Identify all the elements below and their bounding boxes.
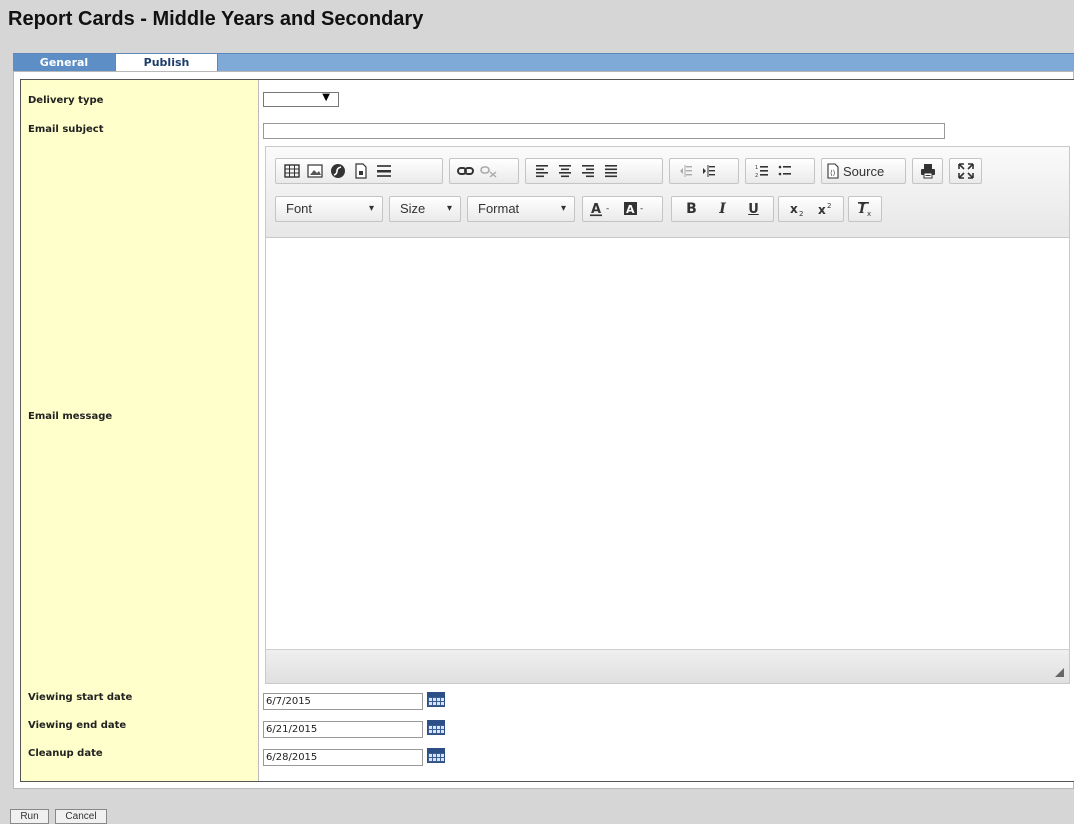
color-group: A- A- — [582, 196, 663, 222]
align-group — [525, 158, 663, 184]
source-button[interactable]: ⟨⟩ Source — [821, 158, 906, 184]
svg-text:2: 2 — [755, 173, 758, 178]
viewing-start-date-input[interactable] — [263, 693, 423, 710]
calendar-icon[interactable] — [427, 748, 445, 763]
maximize-icon — [957, 163, 974, 179]
align-left-icon[interactable] — [530, 161, 553, 181]
print-button[interactable] — [912, 158, 943, 184]
link-icon[interactable] — [454, 161, 477, 181]
chevron-down-icon: ▾ — [368, 203, 374, 214]
maximize-button[interactable] — [949, 158, 982, 184]
italic-icon[interactable]: I — [707, 199, 738, 219]
calendar-icon[interactable] — [427, 720, 445, 735]
text-color-icon[interactable]: A- — [587, 199, 621, 219]
dropdown-arrow-icon: ▼ — [322, 92, 330, 103]
publish-panel: Delivery type Email subject Email messag… — [13, 71, 1074, 789]
run-button[interactable]: Run — [10, 809, 49, 824]
editor-status-bar — [266, 649, 1069, 683]
calendar-icon[interactable] — [427, 692, 445, 707]
svg-text:x: x — [818, 203, 826, 217]
flash-icon[interactable] — [326, 161, 349, 181]
viewing-end-date-input[interactable] — [263, 721, 423, 738]
size-combo[interactable]: Size ▾ — [389, 196, 461, 222]
delivery-type-select[interactable]: ▼ — [263, 92, 339, 107]
email-message-body[interactable] — [266, 238, 1069, 651]
source-icon: ⟨⟩ — [827, 163, 839, 179]
chevron-down-icon: ▾ — [560, 203, 566, 214]
numbered-list-icon[interactable]: 12 — [750, 161, 773, 181]
underline-icon[interactable]: U — [738, 199, 769, 219]
list-group: 12 — [745, 158, 815, 184]
font-combo[interactable]: Font ▾ — [275, 196, 383, 222]
align-right-icon[interactable] — [576, 161, 599, 181]
viewing-start-date-label: Viewing start date — [28, 692, 133, 703]
script-group: x2 x2 — [778, 196, 844, 222]
format-combo-label: Format — [478, 201, 520, 216]
resize-handle-icon[interactable] — [1055, 668, 1064, 677]
unlink-icon[interactable] — [477, 161, 500, 181]
print-icon — [920, 164, 935, 179]
svg-text:⟨⟩: ⟨⟩ — [830, 169, 836, 177]
label-column: Delivery type Email subject Email messag… — [21, 80, 259, 781]
basic-style-group: B I U — [671, 196, 774, 222]
svg-text:-: - — [606, 204, 609, 214]
bulleted-list-icon[interactable] — [773, 161, 796, 181]
email-message-label: Email message — [28, 411, 113, 422]
tab-publish[interactable]: Publish — [115, 53, 218, 72]
svg-text:2: 2 — [799, 210, 803, 217]
size-combo-label: Size — [400, 201, 426, 216]
superscript-icon[interactable]: x2 — [811, 199, 839, 219]
bold-icon[interactable]: B — [676, 199, 707, 219]
delivery-type-label: Delivery type — [28, 95, 104, 106]
horizontal-rule-icon[interactable] — [372, 161, 395, 181]
tab-bar: General Publish — [13, 53, 1074, 72]
svg-text:I: I — [858, 202, 866, 217]
format-combo[interactable]: Format ▾ — [467, 196, 575, 222]
svg-text:x: x — [867, 210, 871, 217]
svg-text:1: 1 — [755, 165, 758, 171]
publish-form: Delivery type Email subject Email messag… — [20, 79, 1074, 782]
viewing-end-date-label: Viewing end date — [28, 720, 127, 731]
svg-text:x: x — [790, 202, 798, 216]
background-color-icon[interactable]: A- — [621, 199, 655, 219]
indent-icon[interactable] — [697, 161, 720, 181]
svg-text:-: - — [640, 204, 643, 214]
cleanup-date-input[interactable] — [263, 749, 423, 766]
outdent-icon[interactable] — [674, 161, 697, 181]
table-icon[interactable] — [280, 161, 303, 181]
cancel-button[interactable]: Cancel — [55, 809, 107, 824]
remove-format-button[interactable]: Ix — [848, 196, 882, 222]
page-title: Report Cards - Middle Years and Secondar… — [8, 8, 424, 30]
email-message-editor: 12 ⟨⟩ Source Font ▾ Size ▾ Format ▾ A - … — [265, 146, 1070, 684]
tab-general[interactable]: General — [13, 54, 115, 72]
email-subject-input[interactable] — [263, 123, 945, 139]
link-group — [449, 158, 519, 184]
svg-text:2: 2 — [827, 202, 831, 210]
source-label: Source — [843, 163, 885, 179]
remove-format-icon: Ix — [858, 202, 871, 217]
email-subject-label: Email subject — [28, 124, 104, 135]
page-icon[interactable] — [349, 161, 372, 181]
svg-text:A: A — [626, 203, 635, 216]
align-center-icon[interactable] — [553, 161, 576, 181]
indent-group — [669, 158, 739, 184]
insert-group — [275, 158, 443, 184]
chevron-down-icon: ▾ — [446, 203, 452, 214]
editor-toolbar: 12 ⟨⟩ Source Font ▾ Size ▾ Format ▾ A - … — [266, 147, 1069, 238]
font-combo-label: Font — [286, 201, 313, 216]
justify-icon[interactable] — [599, 161, 622, 181]
subscript-icon[interactable]: x2 — [783, 199, 811, 219]
cleanup-date-label: Cleanup date — [28, 748, 103, 759]
image-icon[interactable] — [303, 161, 326, 181]
